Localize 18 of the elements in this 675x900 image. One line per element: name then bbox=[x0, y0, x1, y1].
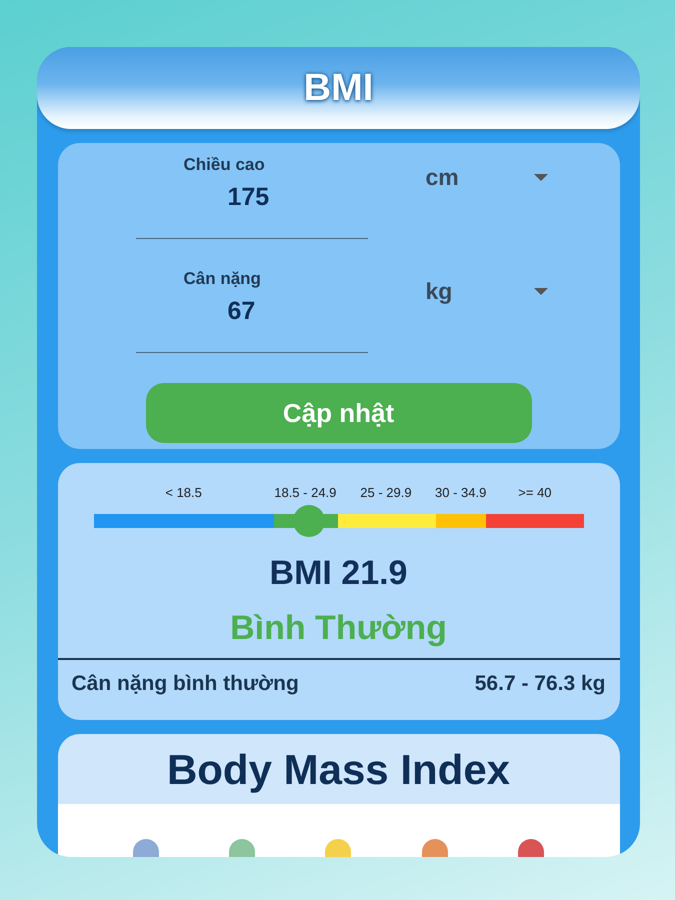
range-label: 30 - 34.9 bbox=[435, 485, 486, 500]
normal-weight-value: 56.7 - 76.3 kg bbox=[474, 672, 606, 696]
caret-icon bbox=[534, 288, 548, 294]
range-label: 25 - 29.9 bbox=[360, 485, 412, 500]
bmi-value: BMI 21.9 bbox=[268, 554, 408, 593]
unit-dropdown[interactable]: cm bbox=[426, 164, 606, 190]
caret-icon bbox=[534, 174, 548, 180]
info-title: Body Mass Index bbox=[166, 745, 512, 795]
range-label: < 18.5 bbox=[165, 485, 202, 500]
update-button[interactable]: Cập nhật bbox=[146, 383, 532, 443]
bmi-category: Bình Thường bbox=[229, 609, 448, 648]
app-title: BMI bbox=[304, 66, 374, 110]
unit-dropdown[interactable]: kg bbox=[426, 278, 606, 304]
range-label: >= 40 bbox=[518, 485, 552, 500]
number-field[interactable]: Cân nặng 67 bbox=[136, 269, 368, 353]
normal-weight-label: Cân nặng bình thường bbox=[72, 672, 299, 696]
number-field[interactable]: Chiều cao 175 bbox=[136, 155, 368, 239]
range-label: 18.5 - 24.9 bbox=[274, 485, 336, 500]
